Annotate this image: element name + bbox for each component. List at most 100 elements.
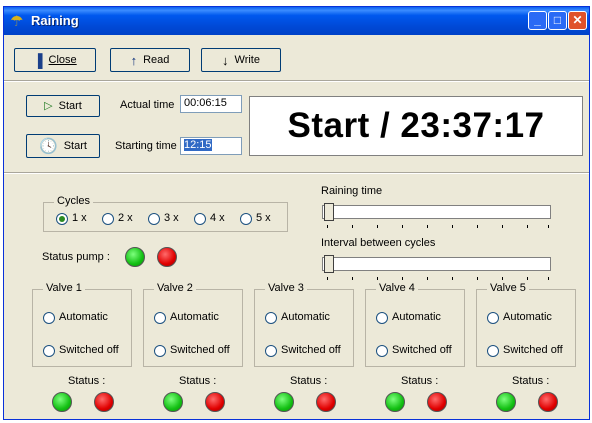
- valve-title: Valve 1: [43, 282, 85, 294]
- cycle-radio-5[interactable]: [240, 213, 252, 225]
- valve-status-label: Status :: [68, 375, 106, 387]
- valve-off-radio[interactable]: [154, 345, 166, 357]
- interval-slider-thumb[interactable]: [324, 255, 334, 273]
- cycle-option-3: 3 x: [164, 212, 179, 224]
- starting-time-label: Starting time: [115, 140, 177, 152]
- valve-status-light-off: [205, 392, 225, 412]
- valve-status-light-off: [94, 392, 114, 412]
- actual-time-field[interactable]: 00:06:15: [180, 95, 242, 113]
- main-window: ☂ Raining _ □ ✕ ▐ Close ↑ Read ↓ Write ▷…: [3, 6, 590, 420]
- interval-label: Interval between cycles: [321, 237, 436, 249]
- umbrella-icon: ☂: [10, 13, 24, 30]
- interval-tick: [327, 277, 328, 280]
- interval-tick: [548, 277, 549, 280]
- cycle-option-4: 4 x: [210, 212, 225, 224]
- valve-automatic-radio[interactable]: [487, 312, 499, 324]
- valve-status-light-off: [427, 392, 447, 412]
- cycle-option-5: 5 x: [256, 212, 271, 224]
- valve-off-radio[interactable]: [43, 345, 55, 357]
- interval-tick: [377, 277, 378, 280]
- raining-tick: [527, 225, 528, 228]
- valve-status-light-on: [163, 392, 183, 412]
- valve-automatic-radio[interactable]: [154, 312, 166, 324]
- cycle-radio-3[interactable]: [148, 213, 160, 225]
- valve-title: Valve 3: [265, 282, 307, 294]
- cycle-radio-2[interactable]: [102, 213, 114, 225]
- valve-automatic-radio[interactable]: [265, 312, 277, 324]
- valve-title: Valve 5: [487, 282, 529, 294]
- interval-tick: [527, 277, 528, 280]
- maximize-button[interactable]: □: [548, 11, 567, 30]
- valve-status-label: Status :: [401, 375, 439, 387]
- valve-off-radio[interactable]: [265, 345, 277, 357]
- timing-separator: [4, 172, 589, 174]
- valve-status-label: Status :: [290, 375, 328, 387]
- cycle-radio-4[interactable]: [194, 213, 206, 225]
- close-window-button[interactable]: ✕: [568, 11, 587, 30]
- valve-title: Valve 4: [376, 282, 418, 294]
- toolbar-separator: [4, 80, 589, 82]
- valve-status-light-on: [52, 392, 72, 412]
- pump-status-light-off: [157, 247, 177, 267]
- valve-title: Valve 2: [154, 282, 196, 294]
- arrow-up-icon: ↑: [130, 52, 138, 68]
- valve-automatic-label: Automatic: [170, 311, 219, 323]
- valve-group-2: Valve 2 Automatic Switched off: [143, 282, 243, 367]
- starting-time-field[interactable]: 12:15: [180, 137, 242, 155]
- valve-status-light-off: [538, 392, 558, 412]
- valve-automatic-label: Automatic: [392, 311, 441, 323]
- arrow-down-icon: ↓: [222, 52, 229, 68]
- valve-automatic-label: Automatic: [281, 311, 330, 323]
- raining-tick: [352, 225, 353, 228]
- valve-automatic-radio[interactable]: [43, 312, 55, 324]
- valve-automatic-label: Automatic: [59, 311, 108, 323]
- actual-time-label: Actual time: [120, 99, 175, 111]
- valve-status-light-off: [316, 392, 336, 412]
- door-icon: ▐: [33, 52, 43, 68]
- read-button[interactable]: ↑ Read: [110, 48, 190, 72]
- interval-tick: [402, 277, 403, 280]
- raining-time-slider-thumb[interactable]: [324, 203, 334, 221]
- raining-time-track[interactable]: [322, 205, 551, 219]
- valve-automatic-radio[interactable]: [376, 312, 388, 324]
- raining-tick: [402, 225, 403, 228]
- raining-tick: [377, 225, 378, 228]
- play-icon: ▷: [44, 99, 53, 112]
- valve-status-light-on: [274, 392, 294, 412]
- valve-group-4: Valve 4 Automatic Switched off: [365, 282, 465, 367]
- cycle-option-2: 2 x: [118, 212, 133, 224]
- raining-time-label: Raining time: [321, 185, 383, 197]
- cycle-radio-1[interactable]: [56, 213, 68, 225]
- raining-tick: [548, 225, 549, 228]
- minimize-button[interactable]: _: [528, 11, 547, 30]
- status-pump-label: Status pump :: [42, 251, 110, 263]
- raining-tick: [327, 225, 328, 228]
- raining-tick: [477, 225, 478, 228]
- start-now-label: Start: [58, 100, 82, 112]
- write-button[interactable]: ↓ Write: [201, 48, 281, 72]
- interval-tick: [477, 277, 478, 280]
- starting-time-value: 12:15: [184, 139, 212, 151]
- valve-off-radio[interactable]: [487, 345, 499, 357]
- valve-off-radio[interactable]: [376, 345, 388, 357]
- write-button-label: Write: [234, 54, 260, 66]
- pump-status-light-on: [125, 247, 145, 267]
- interval-tick: [352, 277, 353, 280]
- valve-off-label: Switched off: [281, 344, 341, 356]
- valve-status-label: Status :: [512, 375, 550, 387]
- interval-tick: [427, 277, 428, 280]
- clock-icon: 🕓: [39, 137, 58, 155]
- valve-off-label: Switched off: [503, 344, 563, 356]
- status-display: Start / 23:37:17: [249, 96, 583, 156]
- valve-off-label: Switched off: [392, 344, 452, 356]
- raining-tick: [502, 225, 503, 228]
- close-button[interactable]: ▐ Close: [14, 48, 96, 72]
- close-button-label: Close: [48, 54, 77, 66]
- start-timed-button[interactable]: 🕓 Start: [26, 134, 100, 158]
- interval-track[interactable]: [322, 257, 551, 271]
- window-title: Raining: [31, 13, 79, 28]
- title-bar[interactable]: ☂ Raining _ □ ✕: [4, 7, 589, 35]
- valve-group-5: Valve 5 Automatic Switched off: [476, 282, 576, 367]
- cycle-option-1: 1 x: [72, 212, 87, 224]
- start-now-button[interactable]: ▷ Start: [26, 95, 100, 117]
